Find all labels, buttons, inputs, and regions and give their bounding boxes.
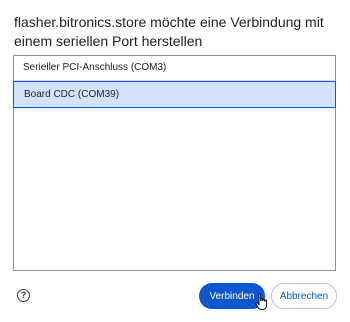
- help-glyph: ?: [20, 290, 27, 300]
- port-item-label: Serieller PCI-Anschluss (COM3): [23, 62, 167, 73]
- port-item-com39[interactable]: Board CDC (COM39): [13, 81, 336, 108]
- dialog-title: flasher.bitronics.store möchte eine Verb…: [14, 14, 324, 49]
- cancel-button[interactable]: Abbrechen: [271, 283, 337, 309]
- hand-cursor-icon: [255, 293, 268, 310]
- help-icon[interactable]: ?: [17, 289, 30, 302]
- serial-port-dialog: flasher.bitronics.store möchte eine Verb…: [0, 0, 350, 322]
- port-item-label: Board CDC (COM39): [24, 89, 120, 100]
- port-item-com3[interactable]: Serieller PCI-Anschluss (COM3): [14, 56, 335, 81]
- port-list[interactable]: Serieller PCI-Anschluss (COM3) Board CDC…: [13, 55, 336, 271]
